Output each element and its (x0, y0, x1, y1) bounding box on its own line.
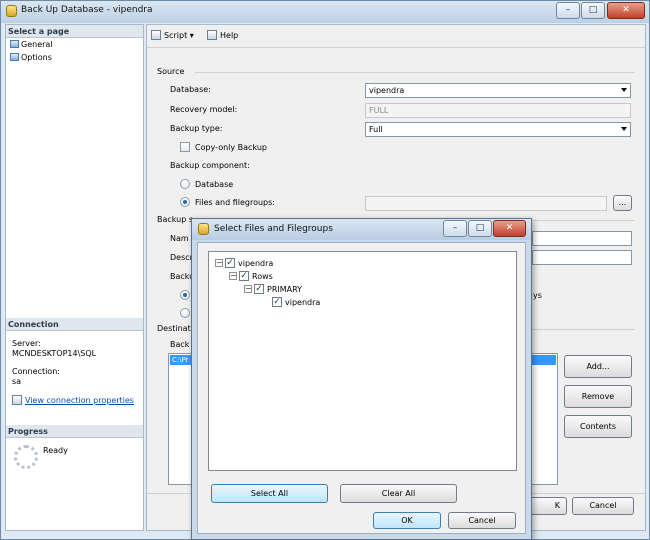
tree-node-checkbox[interactable]: ✓ (239, 271, 249, 281)
files-filegroups-field (365, 196, 607, 211)
window-title: Back Up Database - vipendra (21, 5, 153, 15)
main-titlebar: Back Up Database - vipendra – □ ✕ (1, 1, 649, 23)
connection-value: sa (12, 377, 22, 386)
contents-button[interactable]: Contents (564, 415, 632, 438)
collapse-icon[interactable]: − (244, 285, 252, 293)
dialog-title: Select Files and Filegroups (214, 224, 333, 234)
progress-spinner-icon (14, 445, 38, 469)
toolbar-divider (147, 47, 645, 48)
tree-node-label: vipendra (285, 298, 321, 307)
progress-status: Ready (43, 446, 68, 455)
tree-node-checkbox[interactable]: ✓ (272, 297, 282, 307)
name-input[interactable] (532, 231, 632, 246)
script-icon (151, 30, 161, 40)
expire-on-radio[interactable] (180, 308, 190, 318)
source-header: Source (157, 67, 185, 76)
server-value: MCNDESKTOP14\SQL (12, 349, 97, 358)
add-destination-button[interactable]: Add... (564, 355, 632, 378)
left-panel: Select a page General Options Connection… (5, 24, 144, 531)
tree-node-label: PRIMARY (267, 285, 303, 294)
dialog-maximize-button[interactable]: □ (468, 220, 492, 237)
dialog-ok-button[interactable]: OK (373, 512, 441, 529)
database-select[interactable]: vipendra (365, 83, 631, 98)
collapse-icon[interactable]: − (215, 259, 223, 267)
backup-to-label: Back (170, 340, 190, 349)
dialog-close-button[interactable]: ✕ (493, 220, 526, 237)
progress-header: Progress (6, 425, 143, 438)
page-icon (10, 53, 19, 61)
dropdown-arrow-icon (621, 127, 627, 131)
tree-node-label: vipendra (238, 259, 274, 268)
component-database-radio[interactable] (180, 179, 190, 189)
database-label: Database: (170, 85, 211, 94)
script-button[interactable]: Script ▾ (151, 30, 194, 40)
description-input[interactable] (532, 250, 632, 265)
page-icon (10, 40, 19, 48)
server-label: Server: (12, 339, 41, 348)
description-label: Descr (170, 253, 193, 262)
name-label: Nam (170, 234, 189, 243)
help-button[interactable]: Help (207, 30, 238, 40)
cancel-button[interactable]: Cancel (572, 497, 634, 515)
tree-node-checkbox[interactable]: ✓ (225, 258, 235, 268)
recovery-model-label: Recovery model: (170, 105, 238, 114)
component-files-radio[interactable] (180, 197, 190, 207)
backup-type-label: Backup type: (170, 124, 223, 133)
ok-button[interactable]: K (527, 497, 567, 515)
clear-all-button[interactable]: Clear All (340, 484, 457, 503)
dialog-titlebar: Select Files and Filegroups – □ ✕ (192, 219, 531, 240)
backup-set-header: Backup s (157, 215, 194, 224)
component-files-label: Files and filegroups: (195, 198, 275, 207)
view-connection-properties[interactable]: View connection properties (12, 395, 134, 405)
expire-after-radio[interactable] (180, 290, 190, 300)
database-icon (6, 5, 17, 17)
dialog-minimize-button[interactable]: – (443, 220, 467, 237)
database-icon (198, 223, 209, 235)
select-page-header: Select a page (6, 25, 143, 38)
expire-days-suffix: ys (533, 291, 542, 300)
recovery-model-field: FULL (365, 103, 631, 118)
page-options[interactable]: Options (10, 53, 52, 62)
dropdown-arrow-icon (621, 88, 627, 92)
destination-header: Destinati (157, 324, 193, 333)
source-divider (195, 72, 635, 73)
close-button[interactable]: ✕ (607, 2, 645, 19)
filegroup-tree[interactable]: − ✓ vipendra − ✓ Rows − ✓ PRIMARY ✓ vipe… (208, 251, 517, 471)
collapse-icon[interactable]: − (229, 272, 237, 280)
connection-header: Connection (6, 318, 143, 331)
copy-only-label: Copy-only Backup (195, 143, 267, 152)
tree-node-label: Rows (252, 272, 273, 281)
tree-node-checkbox[interactable]: ✓ (254, 284, 264, 294)
properties-icon (12, 395, 22, 405)
copy-only-checkbox[interactable] (180, 142, 190, 152)
minimize-button[interactable]: – (556, 2, 580, 19)
remove-destination-button[interactable]: Remove (564, 385, 632, 408)
select-files-filegroups-dialog: Select Files and Filegroups – □ ✕ − ✓ vi… (191, 218, 532, 540)
help-icon (207, 30, 217, 40)
dialog-cancel-button[interactable]: Cancel (448, 512, 516, 529)
page-general[interactable]: General (10, 40, 53, 49)
maximize-button[interactable]: □ (581, 2, 605, 19)
dialog-content: − ✓ vipendra − ✓ Rows − ✓ PRIMARY ✓ vipe… (197, 242, 526, 534)
connection-label: Connection: (12, 367, 60, 376)
component-database-label: Database (195, 180, 234, 189)
files-browse-button[interactable]: ... (613, 195, 632, 211)
select-all-button[interactable]: Select All (211, 484, 328, 503)
backup-type-select[interactable]: Full (365, 122, 631, 137)
backup-component-label: Backup component: (170, 161, 250, 170)
